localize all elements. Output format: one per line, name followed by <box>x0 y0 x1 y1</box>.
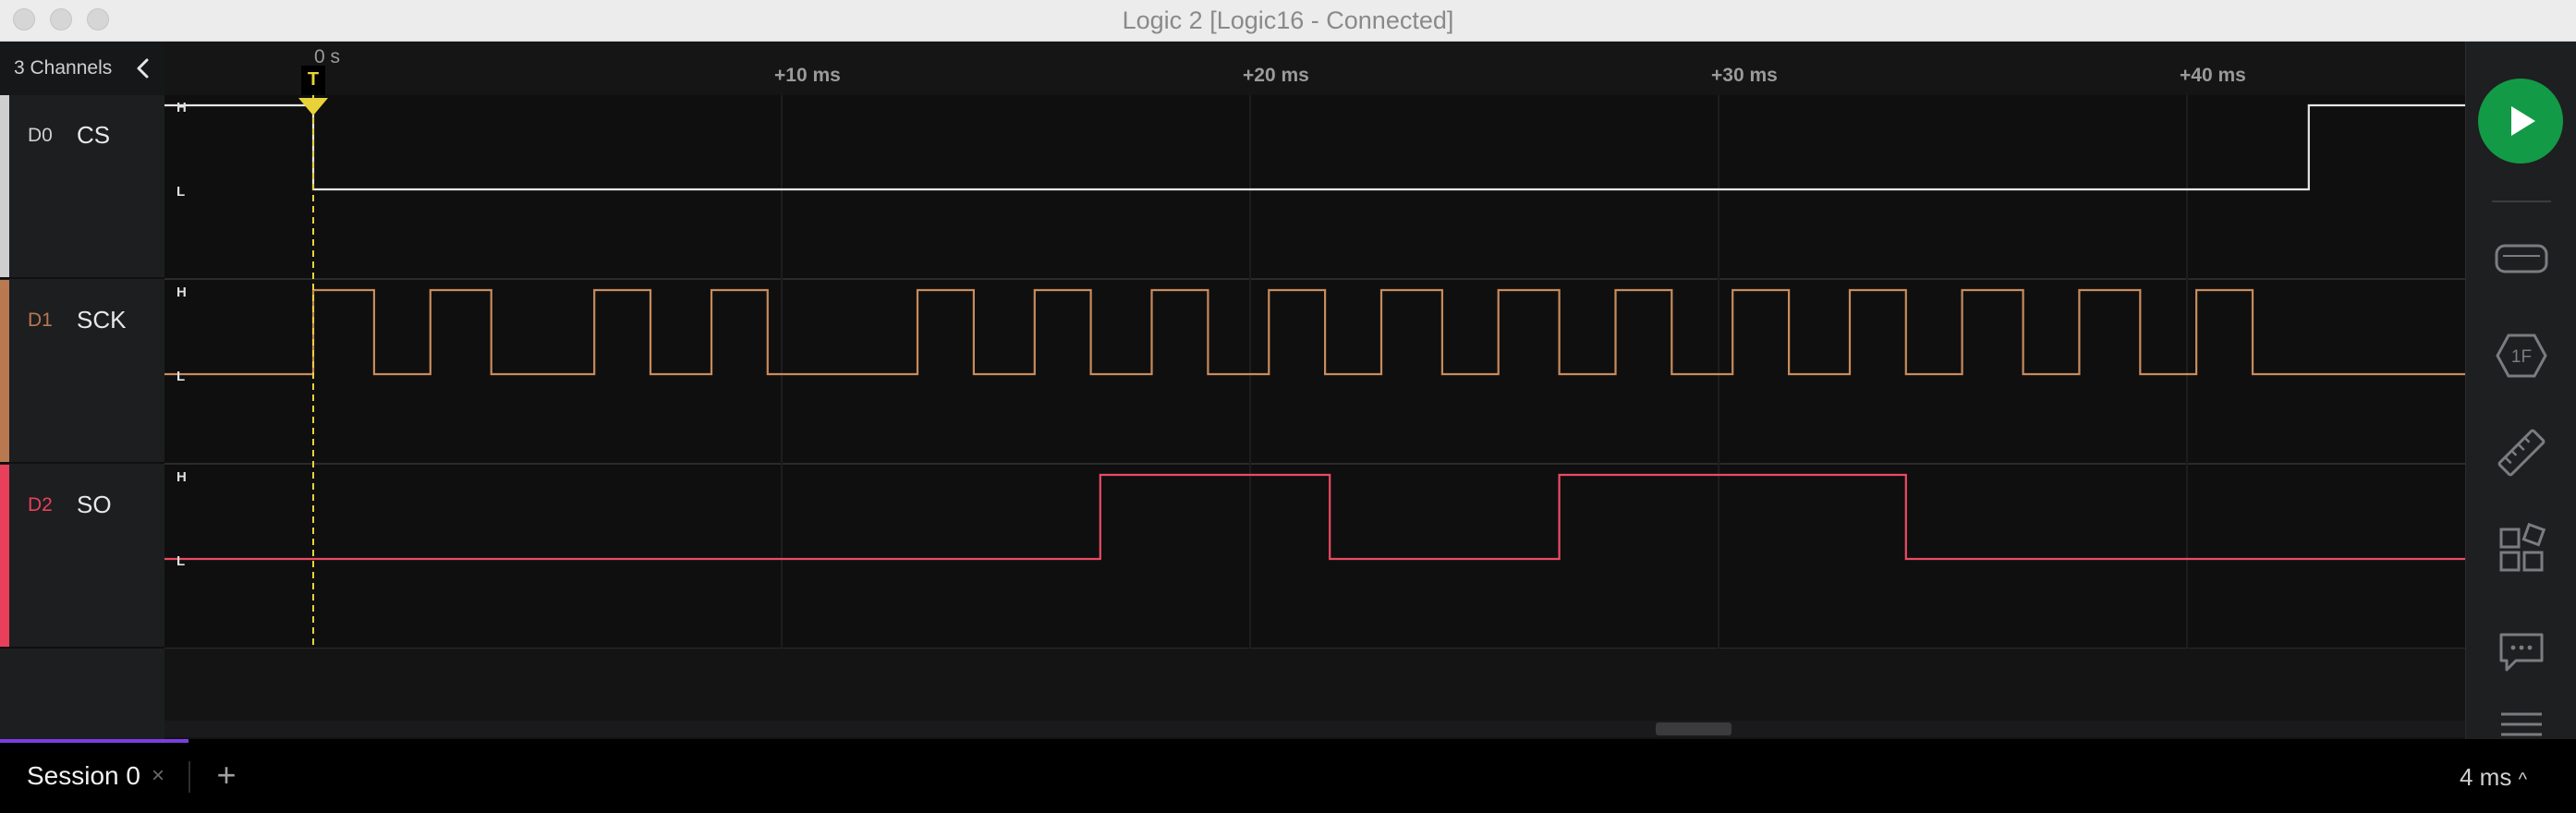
chevron-up-icon: ^ <box>2518 770 2527 790</box>
level-low-label: L <box>176 553 185 569</box>
channel-id: D0 <box>28 125 53 146</box>
analyzers-icon[interactable] <box>2494 231 2549 286</box>
channel-row-d1[interactable]: D1 SCK <box>0 280 164 464</box>
waveform-area[interactable]: 0 s +10 ms +20 ms +30 ms +40 ms T H L H L H L <box>164 42 2465 739</box>
start-capture-button[interactable] <box>2478 79 2563 164</box>
play-icon <box>2511 106 2535 136</box>
channel-id: D2 <box>28 494 53 516</box>
level-high-label: H <box>176 285 187 300</box>
channel-color-strip <box>0 95 9 277</box>
extensions-icon[interactable] <box>2494 522 2549 577</box>
session-bar: Session 0 × + 4 ms ^ <box>0 739 2576 813</box>
svg-text:1F: 1F <box>2511 347 2532 367</box>
notes-icon[interactable] <box>2494 624 2549 679</box>
zoom-level-control[interactable]: 4 ms ^ <box>2460 763 2527 792</box>
title-bar: Logic 2 [Logic16 - Connected] <box>0 0 2576 42</box>
time-tick-label: +10 ms <box>774 65 841 86</box>
active-tab-indicator <box>0 739 188 743</box>
channel-name[interactable]: SO <box>77 491 112 519</box>
trigger-flag[interactable]: T <box>301 66 325 95</box>
channel-id: D1 <box>28 309 53 331</box>
waveform-canvas: H L H L H L <box>164 95 2465 649</box>
waveform-sck <box>164 288 2465 376</box>
time-tick-label: +30 ms <box>1711 65 1778 86</box>
sidebar-header: 3 Channels <box>0 42 164 96</box>
toolbar-divider <box>2492 200 2551 202</box>
session-tab-label[interactable]: Session 0 <box>27 761 140 791</box>
horizontal-scrollbar[interactable] <box>164 721 2465 737</box>
time-tick-label: +40 ms <box>2180 65 2246 86</box>
level-low-label: L <box>176 369 185 384</box>
level-low-label: L <box>176 184 185 200</box>
ruler-icon[interactable] <box>2494 425 2549 480</box>
tab-divider <box>188 761 190 793</box>
channel-name[interactable]: CS <box>77 121 110 150</box>
time-tick-label: +20 ms <box>1243 65 1309 86</box>
menu-icon[interactable] <box>2494 705 2549 739</box>
scrollbar-thumb[interactable] <box>1656 722 1732 735</box>
channel-row-d2[interactable]: D2 SO <box>0 465 164 649</box>
close-tab-button[interactable]: × <box>152 763 164 789</box>
waveform-so <box>164 473 2465 561</box>
level-high-label: H <box>176 469 187 485</box>
waveform-plot[interactable]: H L H L H L <box>164 95 2465 649</box>
right-toolbar: 1F <box>2465 42 2576 739</box>
channel-color-strip <box>0 465 9 647</box>
hex-measure-icon[interactable]: 1F <box>2494 328 2549 383</box>
channel-sidebar: 3 Channels D0 CS D1 SCK D2 SO <box>0 42 164 739</box>
trigger-marker-icon[interactable] <box>298 98 328 115</box>
collapse-sidebar-icon[interactable] <box>129 55 157 82</box>
time-ruler[interactable]: 0 s +10 ms +20 ms +30 ms +40 ms T <box>164 42 2465 96</box>
level-high-label: H <box>176 100 187 115</box>
add-session-button[interactable]: + <box>203 752 249 798</box>
waveform-cs <box>164 103 2465 191</box>
zoom-level-value: 4 ms <box>2460 763 2512 791</box>
channel-color-strip <box>0 280 9 462</box>
channel-count: 3 Channels <box>14 57 113 79</box>
session-tab[interactable]: Session 0 × <box>0 739 188 813</box>
channel-name[interactable]: SCK <box>77 306 126 334</box>
window-title: Logic 2 [Logic16 - Connected] <box>1122 6 1454 34</box>
channel-row-d0[interactable]: D0 CS <box>0 95 164 279</box>
